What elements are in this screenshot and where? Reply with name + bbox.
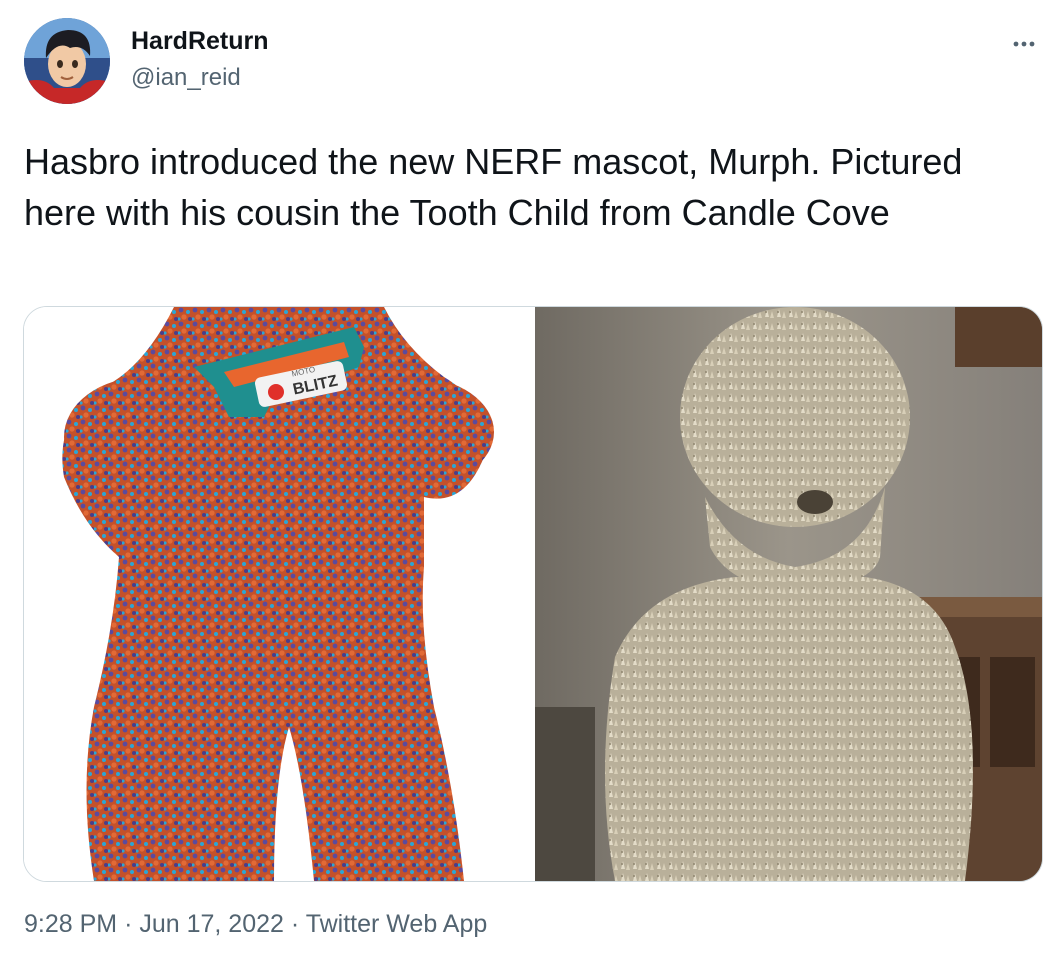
tweet-text: Hasbro introduced the new NERF mascot, M… bbox=[24, 141, 963, 233]
author-display-name[interactable]: HardReturn bbox=[131, 26, 269, 56]
tweet-metadata: 9:28 PM · Jun 17, 2022 · Twitter Web App bbox=[24, 908, 487, 940]
tooth-child-image bbox=[535, 307, 1042, 881]
tweet-source-link[interactable]: Twitter Web App bbox=[306, 910, 488, 938]
tweet-media: BLITZ MOTO bbox=[23, 306, 1043, 882]
tweet-date: Jun 17, 2022 bbox=[139, 910, 284, 938]
tweet-timestamp-link[interactable]: 9:28 PM · Jun 17, 2022 bbox=[24, 910, 284, 938]
media-image-tooth-child[interactable] bbox=[535, 307, 1042, 881]
tweet-time: 9:28 PM bbox=[24, 910, 118, 938]
meta-separator-1: · bbox=[124, 910, 133, 938]
nerf-mascot-image: BLITZ MOTO bbox=[24, 307, 533, 881]
author-handle[interactable]: @ian_reid bbox=[131, 64, 269, 92]
more-options-button[interactable] bbox=[1004, 24, 1044, 64]
more-horizontal-icon bbox=[1013, 41, 1035, 47]
tweet-card: HardReturn @ian_reid Hasbro introduced t… bbox=[0, 0, 1056, 972]
media-image-nerf-mascot[interactable]: BLITZ MOTO bbox=[24, 307, 533, 881]
meta-separator-2: · bbox=[290, 910, 300, 938]
author-info: HardReturn @ian_reid bbox=[131, 26, 269, 92]
cartoon-avatar-icon bbox=[24, 18, 110, 104]
author-avatar[interactable] bbox=[24, 18, 110, 104]
